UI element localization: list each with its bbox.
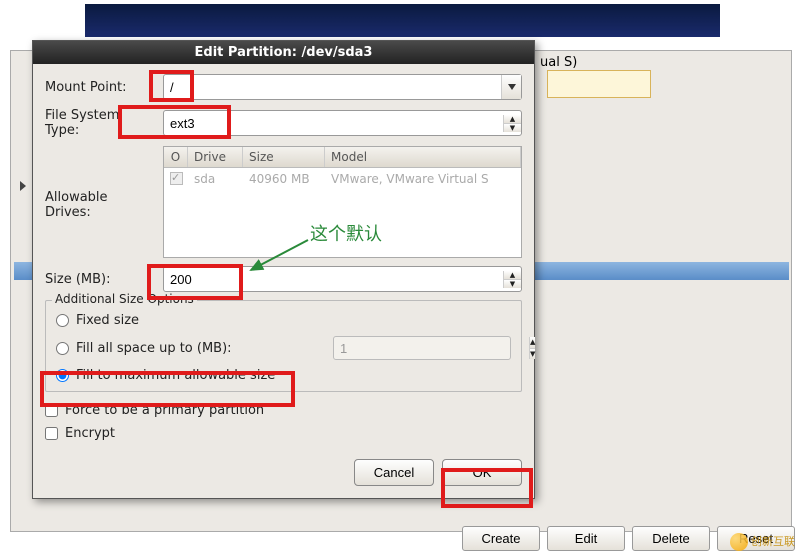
- encrypt-label: Encrypt: [65, 426, 115, 441]
- drives-header-size: Size: [243, 147, 325, 167]
- additional-size-options-group: Additional Size Options Fixed size Fill …: [45, 300, 522, 392]
- fstype-label: File System Type:: [45, 108, 163, 138]
- size-label: Size (MB):: [45, 272, 163, 287]
- create-button[interactable]: Create: [462, 526, 540, 551]
- fill-max-label: Fill to maximum allowable size: [76, 368, 275, 383]
- drives-header-model: Model: [325, 147, 521, 167]
- drive-name: sda: [188, 170, 243, 190]
- partition-toolbar: Create Edit Delete Reset: [462, 526, 795, 551]
- ok-button[interactable]: OK: [442, 459, 522, 486]
- edit-partition-dialog: Edit Partition: /dev/sda3 Mount Point: F…: [32, 40, 535, 499]
- arrow-down-icon: ▼: [530, 349, 535, 360]
- mount-point-dropdown-button[interactable]: [501, 75, 521, 99]
- dialog-titlebar: Edit Partition: /dev/sda3: [33, 41, 534, 64]
- size-spinner[interactable]: ▲ ▼: [163, 266, 522, 292]
- bg-free-space-bar: [547, 70, 651, 98]
- device-expander[interactable]: [18, 178, 28, 193]
- additional-size-options-title: Additional Size Options: [52, 292, 197, 306]
- fstype-spinner[interactable]: ▲ ▼: [503, 115, 521, 132]
- fixed-size-radio[interactable]: [56, 314, 69, 327]
- force-primary-label: Force to be a primary partition: [65, 403, 264, 418]
- drives-header-check: O: [164, 147, 188, 167]
- arrow-up-icon: ▲: [530, 337, 535, 349]
- cancel-button[interactable]: Cancel: [354, 459, 434, 486]
- fill-max-radio[interactable]: [56, 369, 69, 382]
- installer-top-banner: [85, 4, 720, 37]
- fstype-combo[interactable]: ▲ ▼: [163, 110, 522, 136]
- mount-point-label: Mount Point:: [45, 80, 163, 95]
- size-input[interactable]: [164, 267, 503, 291]
- delete-button[interactable]: Delete: [632, 526, 710, 551]
- drive-checkbox-sda: [170, 172, 183, 185]
- drive-row-sda: sda 40960 MB VMware, VMware Virtual S: [164, 168, 521, 190]
- drive-model: VMware, VMware Virtual S: [325, 170, 521, 190]
- fstype-input[interactable]: [164, 111, 503, 135]
- arrow-down-icon[interactable]: ▼: [504, 280, 521, 288]
- arrow-up-icon[interactable]: ▲: [504, 271, 521, 280]
- size-spinner-buttons[interactable]: ▲ ▼: [503, 271, 521, 288]
- mount-point-input[interactable]: [164, 75, 501, 99]
- fill-up-to-label: Fill all space up to (MB):: [76, 341, 232, 356]
- arrow-up-icon[interactable]: ▲: [504, 115, 521, 124]
- fill-up-to-spinner: ▲ ▼: [333, 336, 511, 360]
- allowable-drives-label: Allowable Drives:: [45, 146, 163, 220]
- force-primary-checkbox[interactable]: [45, 404, 58, 417]
- fill-up-to-input: [334, 341, 522, 356]
- drives-header-drive: Drive: [188, 147, 243, 167]
- fixed-size-label: Fixed size: [76, 313, 139, 328]
- fill-up-to-radio[interactable]: [56, 342, 69, 355]
- edit-button[interactable]: Edit: [547, 526, 625, 551]
- arrow-down-icon[interactable]: ▼: [504, 124, 521, 132]
- drive-size: 40960 MB: [243, 170, 325, 190]
- chevron-down-icon: [508, 84, 516, 90]
- encrypt-checkbox[interactable]: [45, 427, 58, 440]
- reset-button[interactable]: Reset: [717, 526, 795, 551]
- bg-model-text: ual S): [540, 55, 577, 70]
- mount-point-combo[interactable]: [163, 74, 522, 100]
- allowable-drives-table: O Drive Size Model sda 40960 MB VMware, …: [163, 146, 522, 258]
